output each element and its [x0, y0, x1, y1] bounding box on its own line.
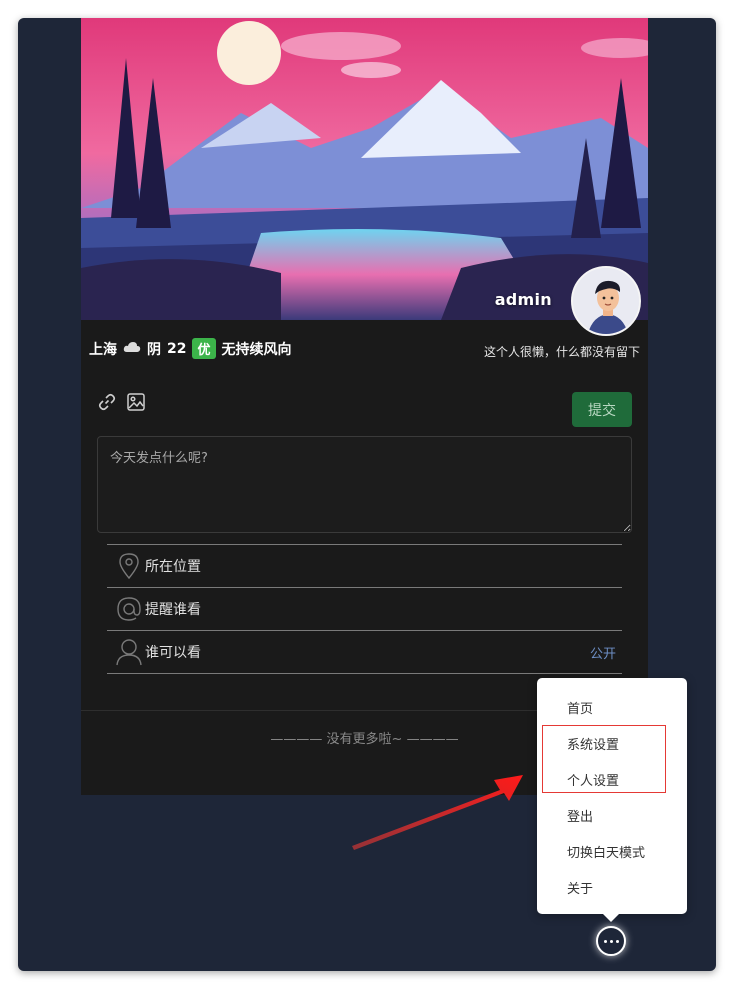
image-icon[interactable]	[126, 392, 146, 412]
menu-item-home[interactable]: 首页	[567, 698, 593, 717]
weather-bar: 上海 阴 22 优 无持续风向	[89, 338, 292, 359]
more-dots-icon	[602, 939, 620, 943]
dropdown-menu: 首页 系统设置 个人设置 登出 切换白天模式 关于	[537, 678, 687, 922]
mention-option[interactable]: 提醒谁看	[107, 587, 622, 630]
weather-wind: 无持续风向	[221, 341, 292, 358]
location-pin-icon	[115, 552, 143, 580]
cover-image	[81, 18, 648, 320]
at-icon	[115, 595, 143, 623]
aqi-badge: 优	[192, 338, 216, 359]
menu-item-toggle-day-mode[interactable]: 切换白天模式	[567, 842, 645, 861]
location-option[interactable]: 所在位置	[107, 544, 622, 587]
visibility-value[interactable]: 公开	[590, 643, 616, 662]
menu-item-logout[interactable]: 登出	[567, 806, 593, 825]
location-label: 所在位置	[145, 559, 201, 575]
username: admin	[494, 290, 552, 309]
profile-bio: 这个人很懒，什么都没有留下	[483, 345, 640, 359]
visibility-label: 谁可以看	[145, 645, 201, 661]
avatar[interactable]	[571, 266, 641, 336]
weather-city: 上海	[89, 341, 117, 358]
weather-condition: 阴	[147, 341, 161, 358]
cloud-icon	[123, 341, 141, 357]
visibility-option[interactable]: 谁可以看 公开	[107, 630, 622, 674]
post-options: 所在位置 提醒谁看 谁可以看 公开	[107, 544, 622, 674]
menu-item-about[interactable]: 关于	[567, 878, 593, 897]
post-input[interactable]	[97, 436, 632, 533]
weather-temperature: 22	[167, 340, 187, 357]
user-icon	[115, 638, 143, 666]
menu-item-system-settings[interactable]: 系统设置	[567, 734, 619, 753]
more-menu-button[interactable]	[596, 926, 626, 956]
composer-toolbar	[97, 392, 146, 412]
menu-item-personal-settings[interactable]: 个人设置	[567, 770, 619, 789]
app-window: admin 上海 阴 22 优 无持续风向 这个人很懒，什么都没有留下 提交 今…	[18, 18, 716, 971]
submit-button[interactable]: 提交	[572, 392, 632, 427]
link-icon[interactable]	[97, 392, 117, 412]
mention-label: 提醒谁看	[145, 602, 201, 618]
